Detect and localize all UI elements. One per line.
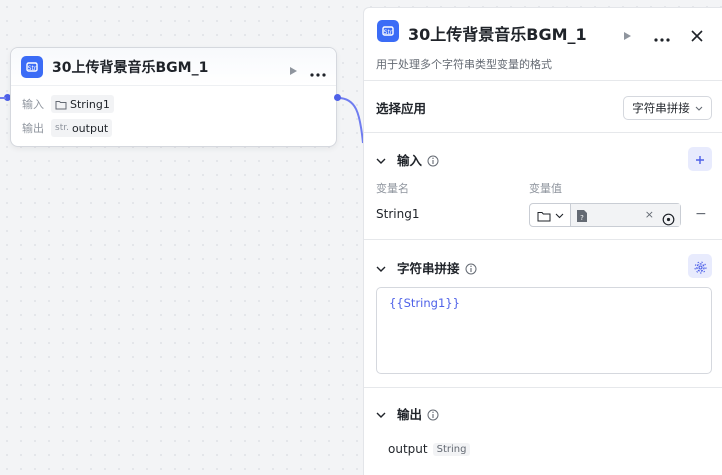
outgoing-port[interactable] xyxy=(334,94,341,101)
node-input-tag: String1 xyxy=(51,95,114,113)
incoming-edge xyxy=(0,97,6,99)
select-app-value: 字符串拼接 xyxy=(632,101,690,115)
svg-text:Str: Str xyxy=(28,65,37,72)
col-variable-name: 变量名 xyxy=(376,182,409,195)
svg-text:?: ? xyxy=(580,214,584,222)
variable-value-reference[interactable]: ? × xyxy=(529,203,681,227)
panel-description: 用于处理多个字符串类型变量的格式 xyxy=(376,58,552,71)
concat-template-editor[interactable]: {{String1}} xyxy=(376,287,712,374)
app-logo-icon: Str xyxy=(377,20,399,42)
more-icon[interactable] xyxy=(310,64,326,83)
variable-reference-input[interactable]: ? × xyxy=(571,204,680,226)
divider xyxy=(364,80,722,81)
close-icon[interactable] xyxy=(691,25,703,44)
output-variable-row: output String xyxy=(388,442,471,456)
node-output-label: 输出 xyxy=(22,122,44,135)
info-icon[interactable] xyxy=(427,406,439,421)
divider xyxy=(364,387,722,388)
node-input-row: 输入 String1 xyxy=(22,95,114,113)
output-variable-name: output xyxy=(388,442,428,456)
variable-name: String1 xyxy=(376,207,420,221)
divider xyxy=(364,132,722,133)
concat-section-header[interactable]: 字符串拼接 xyxy=(376,258,477,277)
output-section-title: 输出 xyxy=(397,407,423,422)
output-section-header[interactable]: 输出 xyxy=(376,404,439,423)
folder-icon xyxy=(55,98,67,111)
more-icon[interactable] xyxy=(654,29,670,48)
node-settings-panel: Str 30上传背景音乐BGM_1 用于处理多个字符串类型变量的格式 选择应用 … xyxy=(363,7,722,475)
node-output-type: str. xyxy=(55,123,69,133)
play-icon[interactable] xyxy=(287,60,299,79)
workflow-node[interactable]: Str 30上传背景音乐BGM_1 输入 String1 输出 str. out… xyxy=(10,47,337,147)
chevron-icon[interactable] xyxy=(376,152,386,167)
add-variable-button[interactable] xyxy=(688,147,712,171)
svg-text:Str: Str xyxy=(384,29,393,36)
input-section-title: 输入 xyxy=(397,153,423,168)
target-icon[interactable] xyxy=(662,209,675,228)
col-variable-value: 变量值 xyxy=(529,182,562,195)
output-variable-type: String xyxy=(432,442,471,456)
concat-settings-button[interactable] xyxy=(688,254,712,278)
select-app-label: 选择应用 xyxy=(376,101,427,116)
node-output-var: output xyxy=(71,121,109,135)
divider xyxy=(364,239,722,240)
panel-title[interactable]: 30上传背景音乐BGM_1 xyxy=(408,21,587,45)
node-output-tag: str. output xyxy=(51,119,113,137)
chevron-down-icon xyxy=(555,206,564,225)
plus-icon xyxy=(695,150,705,169)
node-title: 30上传背景音乐BGM_1 xyxy=(52,59,209,76)
input-section-header[interactable]: 输入 xyxy=(376,150,439,169)
connection-edge xyxy=(337,97,364,144)
node-output-row: 输出 str. output xyxy=(22,119,113,137)
concat-section-title: 字符串拼接 xyxy=(397,261,460,276)
template-text: {{String1}} xyxy=(389,296,460,310)
chevron-icon[interactable] xyxy=(376,406,386,421)
folder-icon xyxy=(537,206,551,225)
file-unknown-icon: ? xyxy=(576,206,588,225)
gear-icon xyxy=(694,257,707,276)
node-input-var: String1 xyxy=(70,97,110,111)
node-input-label: 输入 xyxy=(22,98,44,111)
app-logo-icon: Str xyxy=(21,55,43,78)
info-icon[interactable] xyxy=(427,152,439,167)
clear-reference-button[interactable]: × xyxy=(645,208,654,221)
chevron-icon[interactable] xyxy=(376,260,386,275)
variable-type-select[interactable] xyxy=(530,204,571,226)
remove-variable-button[interactable]: − xyxy=(695,206,707,222)
chevron-down-icon xyxy=(695,101,703,115)
node-header: Str 30上传背景音乐BGM_1 xyxy=(11,48,336,86)
select-app-dropdown[interactable]: 字符串拼接 xyxy=(623,96,712,120)
play-icon[interactable] xyxy=(621,25,633,44)
info-icon[interactable] xyxy=(465,260,477,275)
